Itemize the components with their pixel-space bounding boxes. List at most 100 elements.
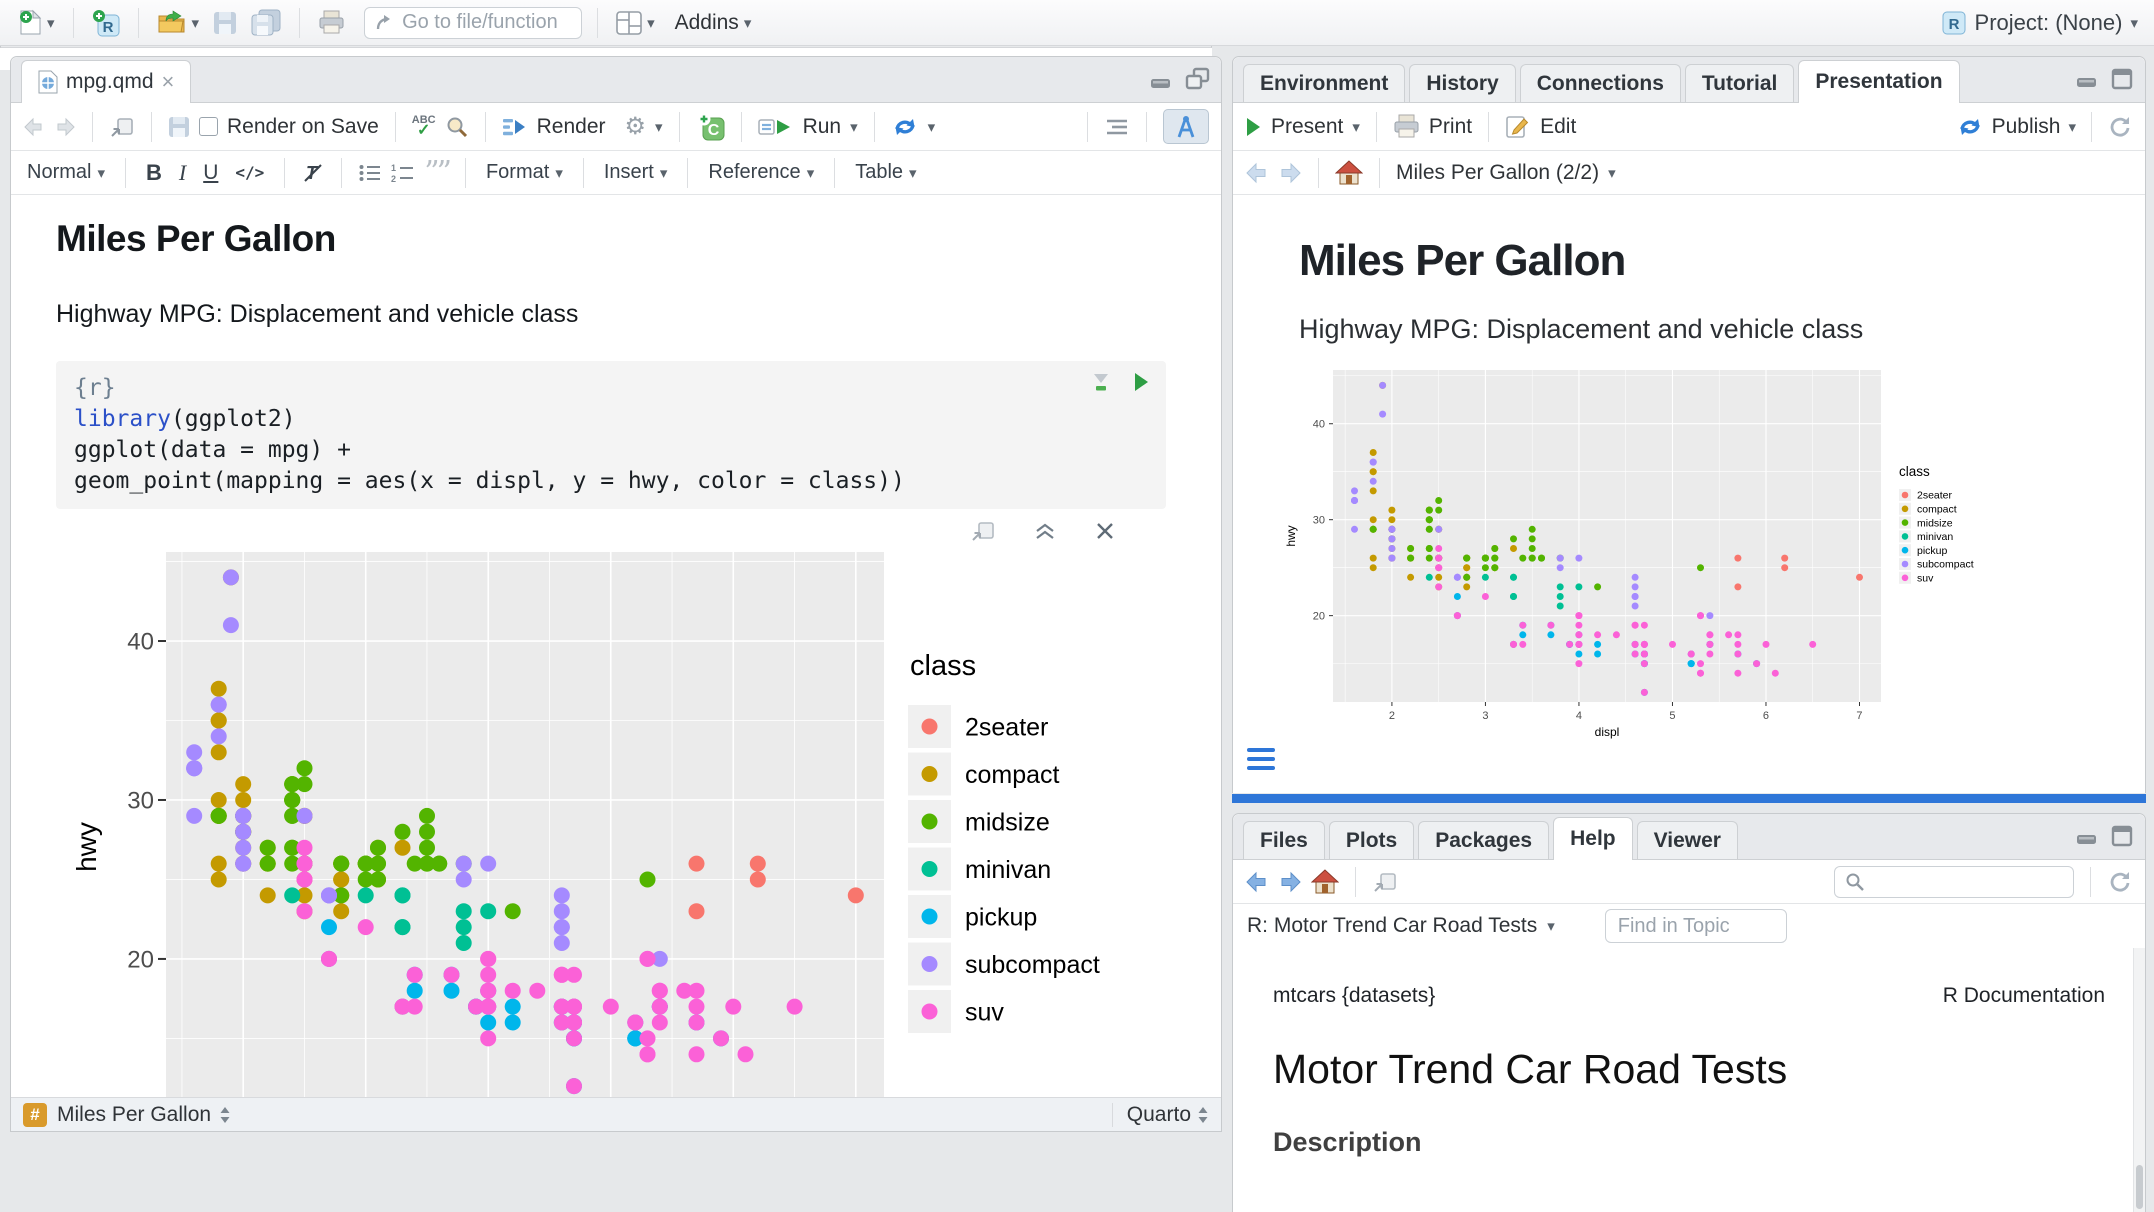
open-folder-icon bbox=[157, 10, 187, 35]
maximize-pane-icon[interactable] bbox=[2109, 824, 2135, 848]
numbered-list-icon[interactable]: 12 bbox=[391, 163, 415, 183]
slide-menu-icon[interactable] bbox=[1247, 748, 1275, 770]
back-icon[interactable] bbox=[1245, 871, 1269, 893]
caret-down-icon[interactable]: ▾ bbox=[1608, 164, 1616, 182]
maximize-pane-icon[interactable] bbox=[1183, 67, 1211, 93]
refresh-icon[interactable] bbox=[2107, 114, 2133, 140]
tab-tutorial[interactable]: Tutorial bbox=[1685, 64, 1794, 102]
help-document[interactable]: mtcars {datasets} R Documentation Motor … bbox=[1233, 948, 2145, 1212]
clear-format-icon[interactable]: T bbox=[301, 162, 325, 184]
save-button[interactable] bbox=[210, 9, 240, 37]
rerun-icon[interactable] bbox=[891, 116, 919, 138]
tab-mpg-qmd[interactable]: mpg.qmd × bbox=[21, 60, 191, 103]
format-menu[interactable]: Format ▾ bbox=[482, 161, 567, 184]
bold-button[interactable]: B bbox=[142, 160, 166, 186]
italic-button[interactable]: I bbox=[175, 160, 190, 186]
tab-presentation[interactable]: Presentation bbox=[1798, 60, 1959, 103]
popout-icon[interactable] bbox=[109, 115, 135, 139]
code-button[interactable]: </> bbox=[231, 163, 268, 182]
project-menu[interactable]: R Project: (None) ▾ bbox=[1941, 10, 2138, 36]
present-button[interactable]: Present bbox=[1271, 115, 1343, 139]
reference-menu[interactable]: Reference ▾ bbox=[704, 161, 818, 184]
scrollbar-thumb[interactable] bbox=[2136, 1165, 2143, 1209]
blockquote-icon[interactable]: ”” bbox=[424, 165, 449, 180]
caret-down-icon[interactable]: ▾ bbox=[47, 14, 55, 32]
tab-files[interactable]: Files bbox=[1243, 821, 1325, 859]
goto-file-search[interactable] bbox=[364, 7, 582, 39]
topic-selector[interactable]: R: Motor Trend Car Road Tests bbox=[1247, 914, 1537, 938]
table-menu[interactable]: Table ▾ bbox=[851, 161, 920, 184]
save-all-button[interactable] bbox=[248, 7, 284, 38]
new-file-button[interactable]: ▾ bbox=[16, 7, 58, 38]
run-button[interactable]: Run bbox=[803, 115, 842, 139]
minimize-pane-icon[interactable] bbox=[2073, 824, 2101, 848]
caret-down-icon[interactable]: ▾ bbox=[2068, 118, 2076, 136]
help-search-box[interactable] bbox=[1834, 866, 2074, 898]
bullet-list-icon[interactable] bbox=[358, 163, 382, 183]
search-icon[interactable] bbox=[445, 115, 469, 139]
spellcheck-icon[interactable]: ABC✓ bbox=[412, 116, 436, 138]
tab-help[interactable]: Help bbox=[1553, 817, 1633, 860]
pane-layout-button[interactable]: ▾ bbox=[613, 9, 658, 37]
caret-down-icon[interactable]: ▾ bbox=[1352, 118, 1360, 136]
new-project-button[interactable]: R bbox=[89, 7, 123, 39]
caret-down-icon[interactable]: ▾ bbox=[655, 118, 663, 136]
home-icon[interactable] bbox=[1311, 869, 1339, 895]
find-in-topic-input[interactable] bbox=[1605, 909, 1787, 943]
maximize-pane-icon[interactable] bbox=[2109, 67, 2135, 91]
edit-button[interactable]: Edit bbox=[1540, 115, 1576, 139]
popout-output-icon[interactable] bbox=[970, 519, 996, 543]
forward-icon[interactable] bbox=[1278, 162, 1302, 184]
paragraph-style-select[interactable]: Normal ▾ bbox=[23, 161, 109, 184]
print-button[interactable] bbox=[315, 8, 348, 37]
clear-output-icon[interactable] bbox=[1094, 520, 1116, 542]
tab-connections[interactable]: Connections bbox=[1520, 64, 1681, 102]
render-button[interactable]: Render bbox=[537, 115, 606, 139]
save-icon[interactable] bbox=[168, 116, 190, 138]
tab-plots[interactable]: Plots bbox=[1329, 821, 1414, 859]
insert-chunk-icon[interactable]: C bbox=[696, 112, 725, 141]
minimize-pane-icon[interactable] bbox=[1147, 67, 1175, 93]
home-icon[interactable] bbox=[1335, 160, 1363, 186]
minimize-pane-icon[interactable] bbox=[2073, 67, 2101, 91]
back-icon[interactable] bbox=[1245, 162, 1269, 184]
presentation-slide[interactable]: Miles Per Gallon Highway MPG: Displaceme… bbox=[1233, 196, 2145, 793]
forward-icon[interactable] bbox=[1278, 871, 1302, 893]
doc-mode-label[interactable]: Quarto bbox=[1127, 1103, 1191, 1127]
print-button[interactable]: Print bbox=[1429, 115, 1472, 139]
addins-button[interactable]: Addins ▾ bbox=[672, 9, 755, 37]
insert-menu[interactable]: Insert ▾ bbox=[600, 161, 672, 184]
tab-environment[interactable]: Environment bbox=[1243, 64, 1405, 102]
close-icon[interactable]: × bbox=[162, 69, 175, 95]
tab-packages[interactable]: Packages bbox=[1418, 821, 1549, 859]
render-on-save-checkbox[interactable] bbox=[199, 117, 218, 136]
caret-down-icon[interactable]: ▾ bbox=[850, 118, 858, 136]
tab-viewer[interactable]: Viewer bbox=[1637, 821, 1738, 859]
run-chunks-above-icon[interactable] bbox=[1089, 371, 1113, 393]
pane-focus-divider[interactable] bbox=[1232, 794, 2146, 803]
caret-down-icon[interactable]: ▾ bbox=[928, 118, 936, 136]
slide-navigator[interactable]: Miles Per Gallon (2/2) bbox=[1396, 161, 1599, 185]
caret-down-icon[interactable]: ▾ bbox=[1547, 917, 1555, 935]
tab-history[interactable]: History bbox=[1409, 64, 1515, 102]
caret-down-icon[interactable]: ▾ bbox=[647, 14, 655, 32]
editor-canvas[interactable]: Miles Per Gallon Highway MPG: Displaceme… bbox=[11, 196, 1221, 1099]
gear-icon[interactable]: ⚙ bbox=[625, 115, 647, 139]
refresh-icon[interactable] bbox=[2107, 869, 2133, 895]
visual-editor-toggle[interactable] bbox=[1163, 109, 1209, 144]
run-chunk-icon[interactable] bbox=[1133, 371, 1150, 393]
help-scrollbar[interactable] bbox=[2133, 948, 2145, 1212]
collapse-output-icon[interactable] bbox=[1032, 521, 1058, 541]
help-search-input[interactable] bbox=[1873, 870, 2053, 893]
open-file-button[interactable]: ▾ bbox=[154, 8, 203, 37]
forward-icon[interactable] bbox=[54, 117, 76, 137]
publish-button[interactable]: Publish bbox=[1992, 115, 2061, 139]
section-navigator[interactable]: Miles Per Gallon bbox=[57, 1103, 211, 1127]
back-icon[interactable] bbox=[23, 117, 45, 137]
goto-file-input[interactable] bbox=[402, 11, 562, 34]
underline-button[interactable]: U bbox=[199, 161, 222, 185]
code-chunk[interactable]: {r}library(ggplot2)ggplot(data = mpg) + … bbox=[56, 361, 1166, 509]
outline-icon[interactable] bbox=[1104, 117, 1130, 137]
popout-icon[interactable] bbox=[1372, 870, 1398, 894]
caret-down-icon[interactable]: ▾ bbox=[192, 14, 200, 32]
